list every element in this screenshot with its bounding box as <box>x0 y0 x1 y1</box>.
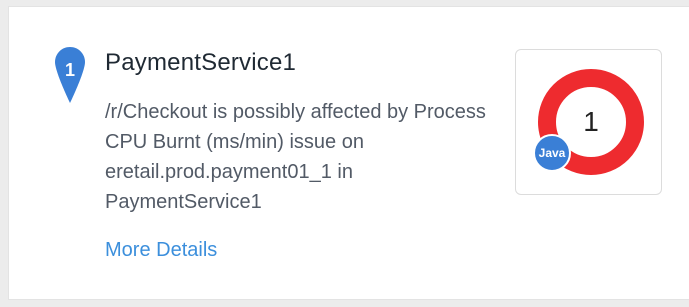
alert-card: 1 PaymentService1 /r/Checkout is possibl… <box>8 6 689 300</box>
alert-description: /r/Checkout is possibly affected by Proc… <box>105 101 486 213</box>
service-title: PaymentService1 <box>105 49 297 76</box>
service-health-badge[interactable]: 1 Java <box>515 49 662 195</box>
rank-number: 1 <box>64 60 75 80</box>
java-language-icon: Java <box>533 134 571 172</box>
more-details-link[interactable]: More Details <box>105 239 217 262</box>
